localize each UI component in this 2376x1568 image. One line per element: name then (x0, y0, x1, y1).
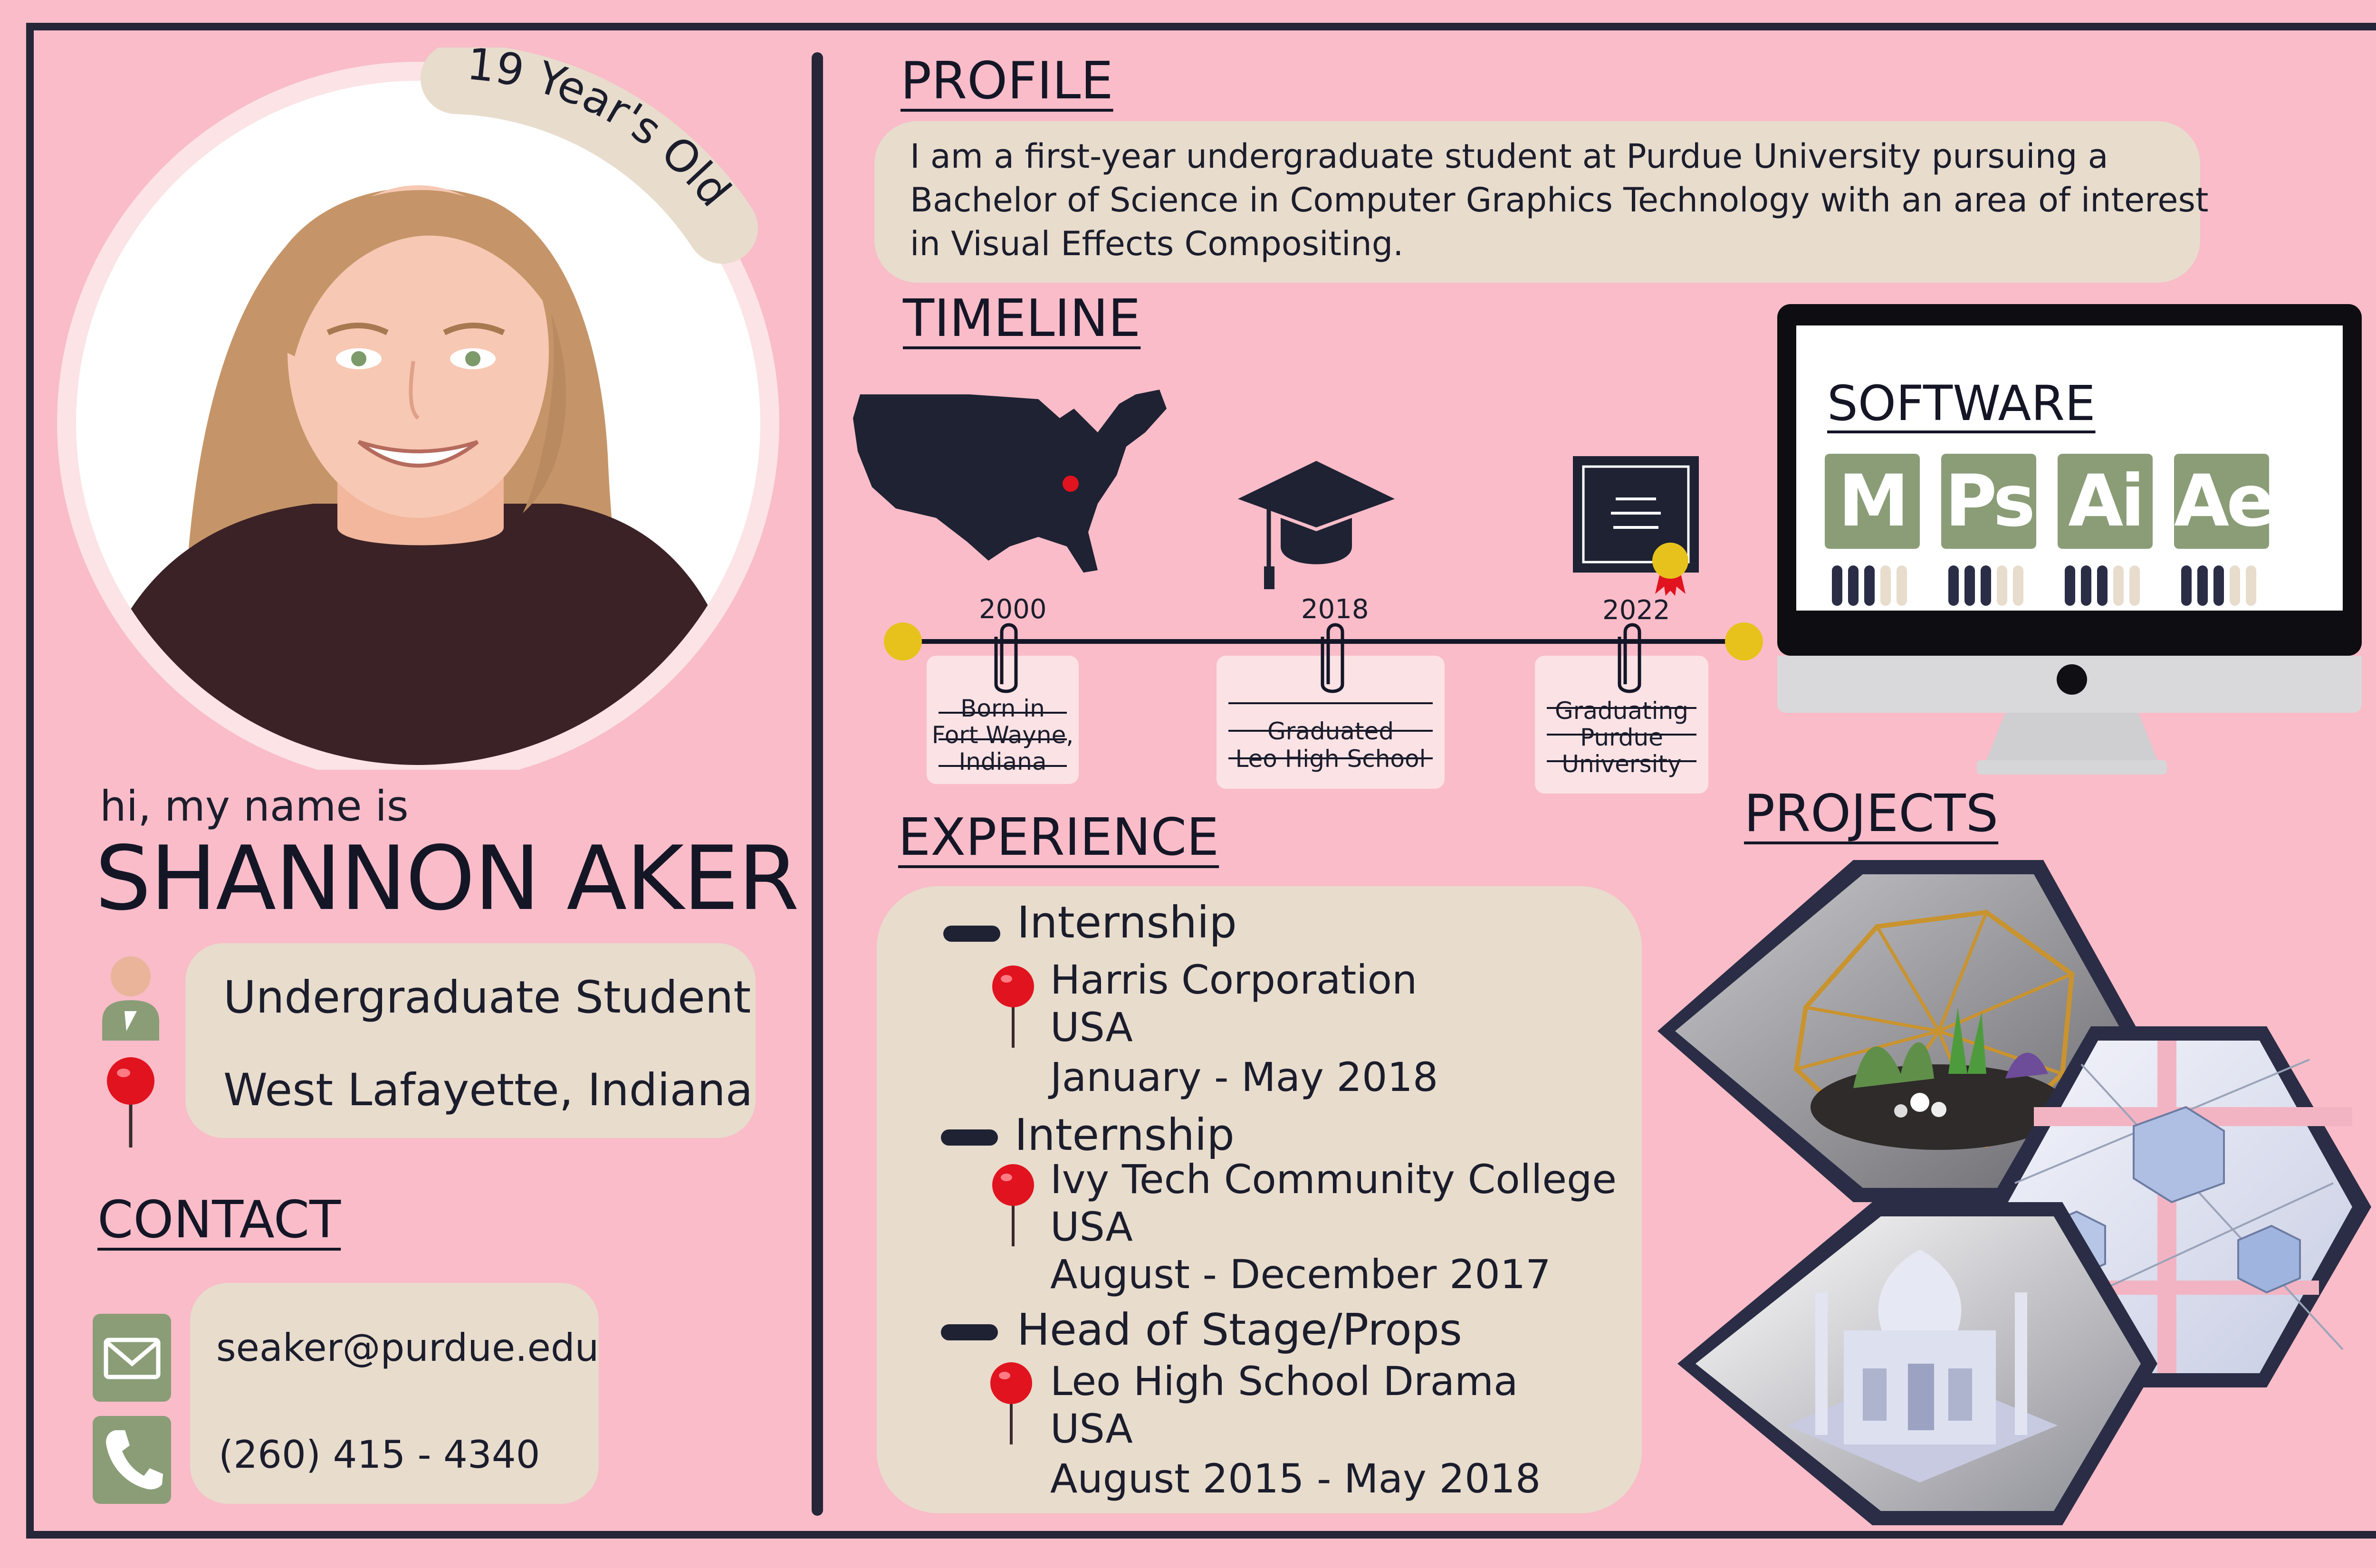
portrait-badge: 19 Year's Old (57, 48, 779, 770)
experience-role: Internship (1015, 1109, 1235, 1160)
email-icon[interactable] (93, 1314, 171, 1402)
skill-bar-filled (2081, 565, 2091, 606)
skill-bar-filled (2181, 565, 2192, 606)
experience-country: USA (1050, 1004, 1133, 1051)
software-tile: Ai (2058, 454, 2153, 549)
skill-bar-empty (1897, 565, 1907, 606)
software-tile: Ae (2174, 454, 2275, 549)
experience-org: Harris Corporation (1050, 956, 1418, 1003)
experience-heading: EXPERIENCE (898, 808, 1219, 867)
email-link[interactable]: seaker@purdue.edu (216, 1326, 599, 1370)
resume-page: 19 Year's Old hi, my name is SHANNON AKE… (0, 0, 2376, 1568)
phone-link[interactable]: (260) 415 - 4340 (219, 1433, 540, 1477)
full-name: SHANNON AKER (95, 827, 799, 930)
profile-line: in Visual Effects Compositing. (910, 224, 1404, 263)
skill-bar-empty (1997, 565, 2007, 606)
location-text: West Lafayette, Indiana (223, 1064, 753, 1116)
location-pin-icon (990, 1362, 1032, 1444)
experience-org: Leo High School Drama (1050, 1358, 1518, 1405)
timeline-year: 2022 (1602, 595, 1670, 626)
role-text: Undergraduate Student (223, 972, 751, 1023)
profile-text: I am a first-year undergraduate student … (910, 134, 2208, 266)
location-pin-icon (992, 1164, 1034, 1246)
projects-heading: PROJECTS (1744, 784, 1999, 843)
software-label: Ae (2174, 460, 2275, 543)
diploma-icon (1573, 456, 1699, 596)
column-divider (812, 52, 823, 1516)
experience-role: Internship (1017, 897, 1237, 948)
timeline-label: Graduating Purdue University (1555, 697, 1688, 778)
usa-map-icon (853, 390, 1167, 573)
skill-bar-empty (1880, 565, 1891, 606)
skill-bar-empty (2113, 565, 2124, 606)
skill-bar-empty (2013, 565, 2023, 606)
experience-country: USA (1050, 1204, 1133, 1250)
skill-bar-empty (2230, 565, 2240, 606)
timeline-end-dot (1725, 622, 1763, 660)
skill-bar-filled (1964, 565, 1975, 606)
software-label: Ps (1945, 460, 2036, 543)
skill-bar-filled (2197, 565, 2208, 606)
software-tile: M (1825, 454, 1920, 549)
software-label: Ai (2068, 460, 2145, 543)
dash-icon (941, 1129, 998, 1146)
experience-dates: January - May 2018 (1050, 1054, 1438, 1100)
profile-heading: PROFILE (901, 51, 1113, 111)
contact-heading: CONTACT (97, 1190, 341, 1250)
timeline-label: Born in Fort Wayne, Indiana (931, 695, 1074, 775)
dash-icon (943, 926, 1000, 942)
skill-bar-filled (1864, 565, 1875, 606)
skill-bar-filled (2213, 565, 2224, 606)
location-pin-icon (992, 966, 1034, 1048)
timeline-label: Graduated Leo High School (1235, 717, 1426, 773)
project-taj-mahal-thumbnail[interactable] (1677, 1202, 2157, 1525)
skill-bar-filled (2065, 565, 2075, 606)
experience-role: Head of Stage/Props (1017, 1304, 1462, 1355)
timeline-start-dot (884, 622, 922, 660)
phone-icon[interactable] (93, 1416, 171, 1504)
greeting-text: hi, my name is (100, 782, 409, 831)
skill-bar-filled (1948, 565, 1959, 606)
dash-icon (941, 1324, 998, 1340)
skill-bar-filled (1981, 565, 1991, 606)
software-heading: SOFTWARE (1827, 375, 2096, 432)
software-label: M (1838, 460, 1909, 543)
experience-org: Ivy Tech Community College (1050, 1156, 1617, 1203)
profile-line: I am a first-year undergraduate student … (910, 137, 2108, 176)
skill-bar-filled (1832, 565, 1842, 606)
experience-dates: August 2015 - May 2018 (1050, 1455, 1541, 1502)
software-tile: Ps (1941, 454, 2036, 549)
experience-dates: August - December 2017 (1050, 1251, 1551, 1298)
experience-country: USA (1050, 1405, 1133, 1452)
timeline-heading: TIMELINE (903, 289, 1141, 348)
skill-bar-empty (2129, 565, 2140, 606)
location-pin-icon (107, 1057, 154, 1147)
timeline-year: 2018 (1301, 594, 1369, 625)
timeline-year: 2000 (979, 594, 1047, 625)
skill-bar-filled (1848, 565, 1859, 606)
graduation-cap-icon (1238, 461, 1395, 589)
skill-bar-empty (2246, 565, 2256, 606)
profile-line: Bachelor of Science in Computer Graphics… (910, 181, 2209, 220)
skill-bar-filled (2097, 565, 2108, 606)
projects-gallery[interactable] (1654, 851, 2376, 1535)
person-icon (102, 956, 159, 1041)
